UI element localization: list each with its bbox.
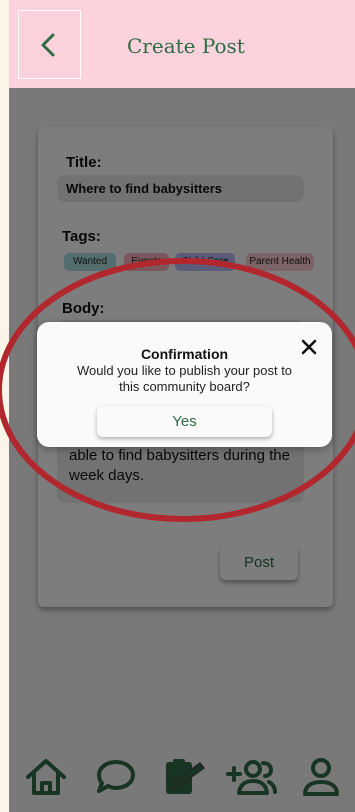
yes-button[interactable]: Yes bbox=[97, 406, 272, 437]
chevron-left-icon bbox=[41, 33, 55, 57]
close-button[interactable] bbox=[299, 337, 319, 357]
back-button[interactable] bbox=[18, 10, 81, 79]
dialog-title: Confirmation bbox=[140, 346, 229, 362]
modal-backdrop[interactable] bbox=[9, 88, 355, 812]
header: Create Post bbox=[9, 0, 355, 88]
dialog-message: Would you like to publish your post to t… bbox=[76, 363, 293, 394]
confirmation-dialog: Confirmation Would you like to publish y… bbox=[37, 322, 332, 447]
page-title: Create Post bbox=[127, 34, 245, 58]
close-icon bbox=[301, 339, 317, 355]
